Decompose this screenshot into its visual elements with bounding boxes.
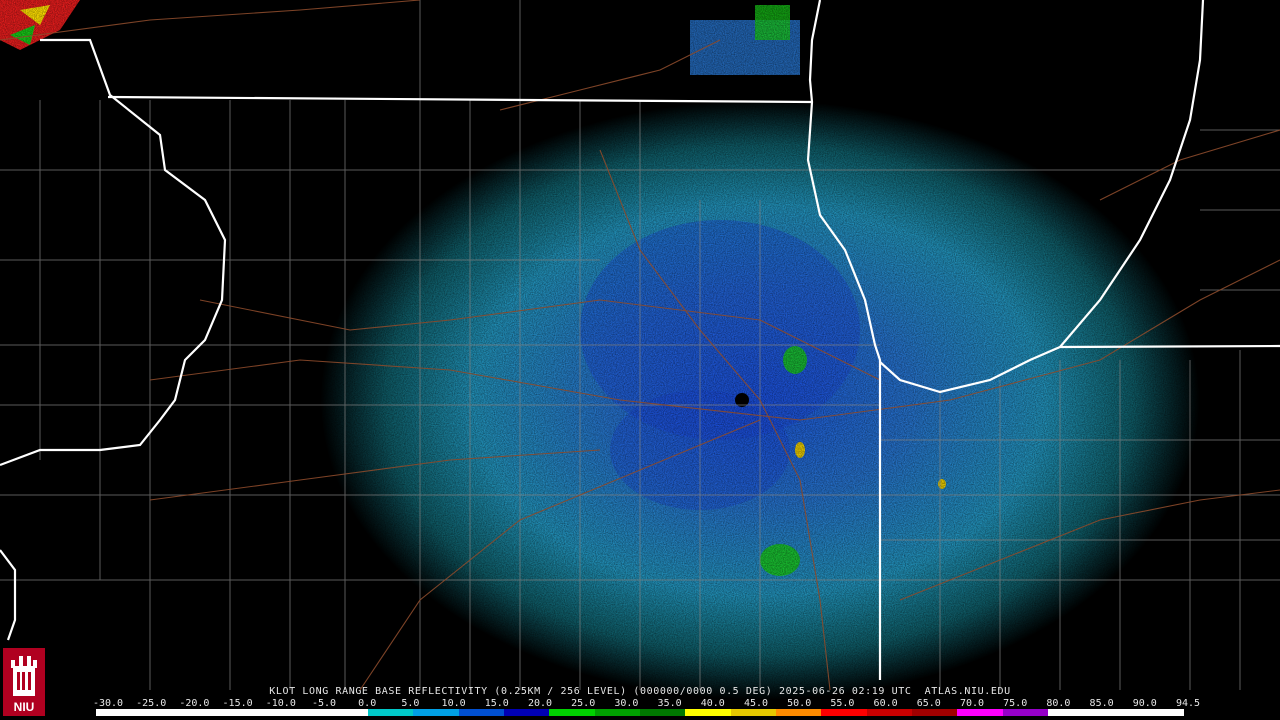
color-bar-segment (1093, 709, 1139, 716)
dbz-color-bar (96, 709, 1184, 716)
radar-map (0, 0, 1280, 720)
color-bar-segment (367, 709, 414, 716)
color-bar-segment (775, 709, 822, 716)
color-bar-segment (594, 709, 640, 716)
color-bar-segment (639, 709, 686, 716)
color-bar-segment (141, 709, 187, 716)
color-bar-segment (413, 709, 459, 716)
niu-logo-text: NIU (13, 700, 35, 714)
color-bar-segment (1047, 709, 1094, 716)
color-bar-segment (503, 709, 550, 716)
color-bar-segment (231, 709, 278, 716)
color-bar-segment (911, 709, 958, 716)
color-bar-segment (186, 709, 232, 716)
color-bar-segment (685, 709, 731, 716)
color-bar-segment (821, 709, 867, 716)
color-bar-segment (1138, 709, 1184, 716)
color-bar-segment (1002, 709, 1048, 716)
color-bar-segment (957, 709, 1003, 716)
product-caption: KLOT LONG RANGE BASE REFLECTIVITY (0.25K… (269, 686, 1011, 697)
color-bar-segment (96, 709, 142, 716)
color-bar-segment (866, 709, 912, 716)
color-bar-segment (730, 709, 776, 716)
color-bar-segment (458, 709, 504, 716)
color-bar-segment (277, 709, 323, 716)
color-bar-segment (322, 709, 368, 716)
color-bar-segment (549, 709, 595, 716)
